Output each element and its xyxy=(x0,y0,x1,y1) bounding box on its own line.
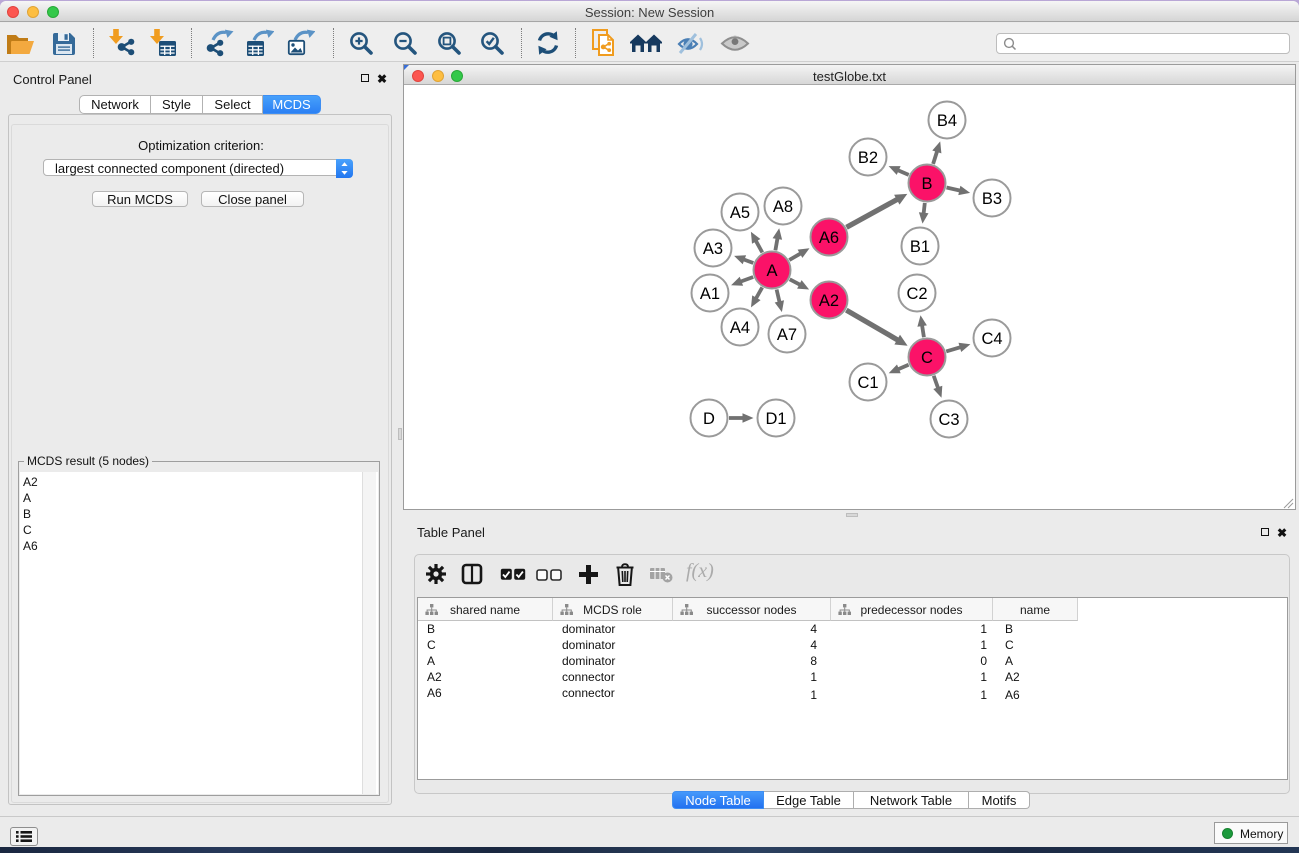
svg-text:A8: A8 xyxy=(773,198,793,216)
svg-text:A2: A2 xyxy=(819,292,839,310)
svg-text:C3: C3 xyxy=(938,411,959,429)
svg-text:B3: B3 xyxy=(982,190,1002,208)
svg-text:D: D xyxy=(703,410,715,428)
svg-text:A5: A5 xyxy=(730,204,750,222)
svg-text:A3: A3 xyxy=(703,240,723,258)
svg-text:A4: A4 xyxy=(730,319,750,337)
svg-text:A6: A6 xyxy=(819,229,839,247)
svg-text:C1: C1 xyxy=(857,374,878,392)
svg-text:A1: A1 xyxy=(700,285,720,303)
svg-text:B1: B1 xyxy=(910,238,930,256)
svg-text:A: A xyxy=(766,262,777,280)
svg-text:B2: B2 xyxy=(858,149,878,167)
svg-text:D1: D1 xyxy=(765,410,786,428)
svg-text:A7: A7 xyxy=(777,326,797,344)
svg-text:C: C xyxy=(921,349,933,367)
svg-text:C2: C2 xyxy=(906,285,927,303)
svg-text:B: B xyxy=(921,175,932,193)
svg-text:C4: C4 xyxy=(981,330,1002,348)
svg-text:B4: B4 xyxy=(937,112,957,130)
